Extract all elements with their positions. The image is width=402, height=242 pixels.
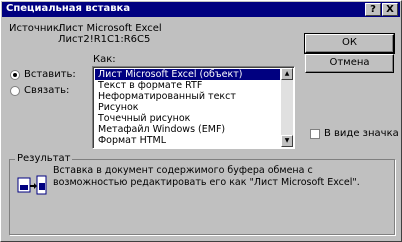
close-button[interactable]: X [382,3,398,16]
format-list-item[interactable]: Формат HTML [95,135,280,146]
scroll-up-button[interactable]: ▲ [281,68,293,80]
cancel-button[interactable]: Отмена [305,54,394,73]
window-title: Специальная вставка [6,3,131,14]
source-range: Лист2!R1C1:R6C5 [58,34,151,45]
format-list: Лист Microsoft Excel (объект) Текст в фор… [95,69,280,146]
title-bar[interactable]: Специальная вставка ? X [2,2,400,17]
display-as-icon-label[interactable]: В виде значка [324,128,399,139]
paste-result-icon [17,175,47,195]
help-button[interactable]: ? [365,3,381,16]
as-label: Как: [93,54,116,65]
result-description: Вставка в документ содержимого буфера об… [53,165,360,188]
format-list-item[interactable]: Лист Microsoft Excel (объект) [95,69,280,80]
paste-special-dialog: Специальная вставка ? X Источник: Лист M… [0,0,402,242]
ok-button[interactable]: ОК [304,33,395,54]
source-app: Лист Microsoft Excel [58,23,162,34]
display-as-icon-checkbox[interactable] [310,129,320,139]
result-legend: Результат [15,153,73,164]
format-list-item[interactable]: Метафайл Windows (EMF) [95,124,280,135]
paste-radio[interactable] [10,70,20,80]
format-list-item[interactable]: Рисунок [95,102,280,113]
listbox-scrollbar[interactable]: ▲ ▼ [281,68,293,147]
link-radio-label[interactable]: Связать: [24,85,69,96]
format-listbox[interactable]: Лист Microsoft Excel (объект) Текст в фор… [92,66,295,149]
paste-radio-label[interactable]: Вставить: [24,69,76,80]
format-list-item[interactable]: Неформатированный текст [95,91,280,102]
format-list-item[interactable]: Текст в формате RTF [95,80,280,91]
source-label: Источник: [9,23,63,34]
scroll-down-button[interactable]: ▼ [281,135,293,147]
link-radio[interactable] [10,86,20,96]
format-list-item[interactable]: Точечный рисунок [95,113,280,124]
